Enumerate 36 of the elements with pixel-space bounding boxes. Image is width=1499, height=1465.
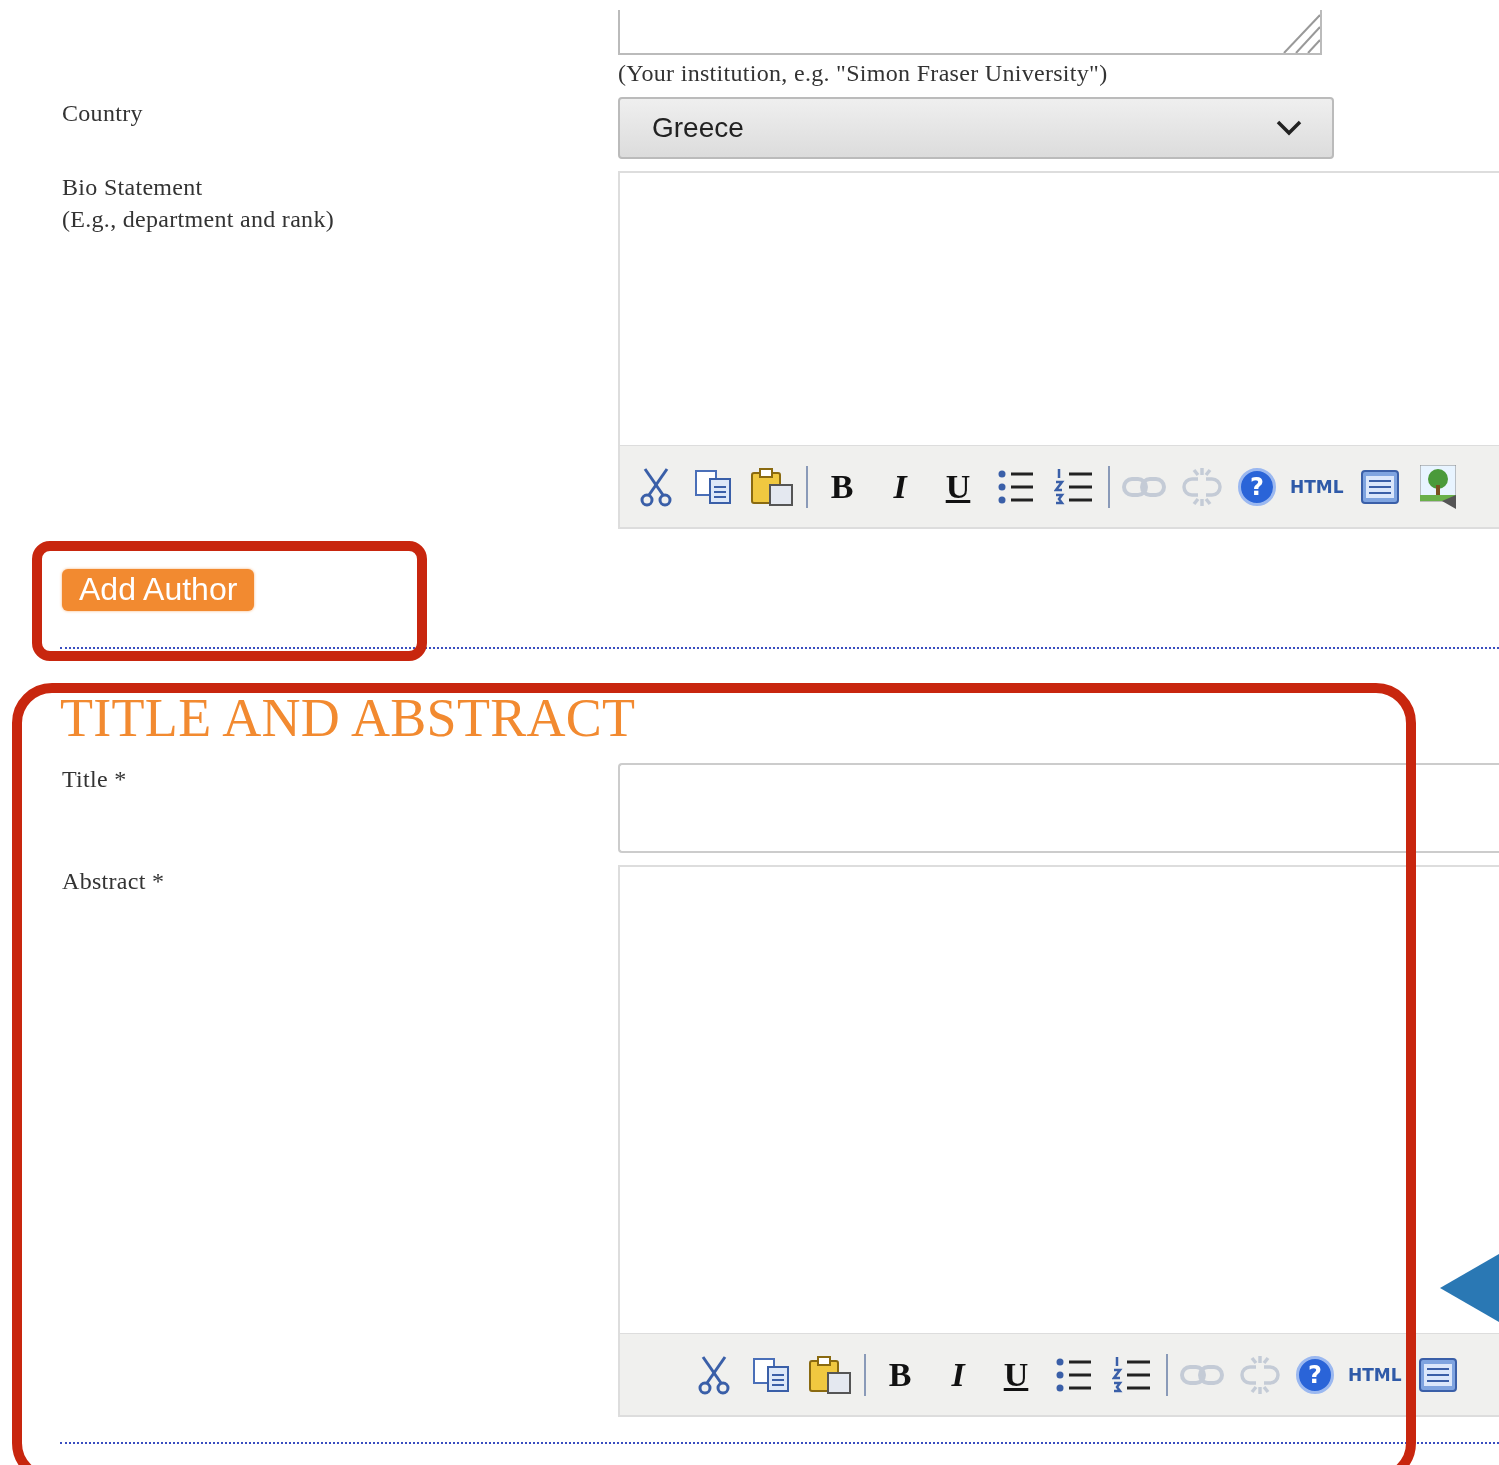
clipboard-icon[interactable] bbox=[808, 1354, 852, 1395]
scissors-icon[interactable] bbox=[697, 1354, 731, 1395]
numbered-list-icon[interactable] bbox=[1112, 1355, 1152, 1394]
bulleted-list-icon[interactable] bbox=[1055, 1356, 1093, 1393]
institution-field[interactable] bbox=[618, 10, 1322, 55]
field-hint: (E.g., department and rank) bbox=[62, 205, 335, 234]
html-button[interactable]: HTML bbox=[1348, 1350, 1402, 1399]
field-label: Title * bbox=[62, 765, 128, 794]
title-input[interactable] bbox=[618, 763, 1499, 853]
numbered-list-icon[interactable] bbox=[1054, 467, 1094, 506]
scissors-icon[interactable] bbox=[639, 466, 673, 507]
italic-button[interactable]: I bbox=[936, 1350, 980, 1399]
italic-button[interactable]: I bbox=[878, 462, 922, 511]
text-block-icon[interactable] bbox=[1417, 1356, 1458, 1393]
chevron-down-icon bbox=[1276, 120, 1302, 136]
clipboard-icon[interactable] bbox=[750, 466, 794, 507]
bulleted-list-icon[interactable] bbox=[997, 468, 1035, 505]
bold-button[interactable]: B bbox=[878, 1350, 922, 1399]
country-select[interactable]: Greece bbox=[618, 97, 1334, 159]
pointer-arrow bbox=[1440, 1254, 1499, 1322]
field-label: Abstract * bbox=[62, 867, 166, 896]
text-block-icon[interactable] bbox=[1359, 468, 1400, 505]
copy-icon[interactable] bbox=[694, 468, 734, 505]
section-heading: TITLE AND ABSTRACT bbox=[59, 687, 637, 749]
help-button[interactable]: ? bbox=[1296, 1355, 1334, 1394]
institution-hint: (Your institution, e.g. "Simon Fraser University") bbox=[618, 59, 1109, 88]
field-label: Country bbox=[62, 99, 144, 128]
copy-icon[interactable] bbox=[752, 1356, 792, 1393]
underline-button[interactable]: U bbox=[936, 462, 980, 511]
field-label: Bio Statement bbox=[62, 173, 204, 202]
underline-button[interactable]: U bbox=[994, 1350, 1038, 1399]
bold-button[interactable]: B bbox=[820, 462, 864, 511]
resize-grip-icon[interactable] bbox=[1282, 13, 1320, 53]
html-button[interactable]: HTML bbox=[1290, 462, 1344, 511]
tree-picture-icon[interactable] bbox=[1419, 464, 1456, 509]
help-button[interactable]: ? bbox=[1238, 467, 1276, 506]
